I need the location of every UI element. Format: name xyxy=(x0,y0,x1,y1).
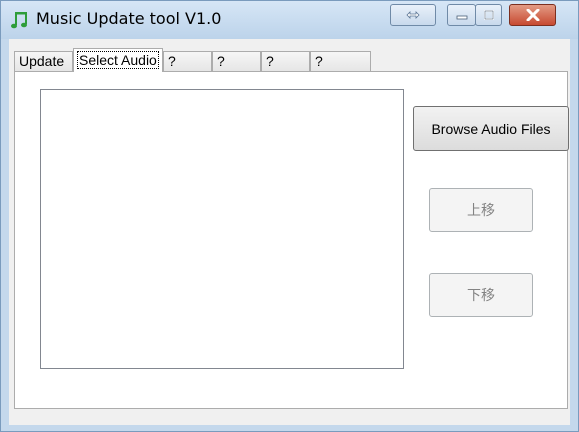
tab-label: ? xyxy=(168,53,176,69)
maximize-button[interactable] xyxy=(475,4,502,26)
tab-question-1[interactable]: ? xyxy=(163,51,212,71)
extra-title-button[interactable] xyxy=(390,4,436,26)
minimize-icon xyxy=(456,15,467,20)
browse-audio-files-button[interactable]: Browse Audio Files xyxy=(413,106,569,151)
tab-select-audio[interactable]: Select Audio xyxy=(73,48,163,72)
audio-file-list[interactable] xyxy=(40,89,404,369)
minimize-button[interactable] xyxy=(447,4,476,26)
tab-update[interactable]: Update xyxy=(14,51,73,71)
tab-label: ? xyxy=(217,53,225,69)
tab-question-2[interactable]: ? xyxy=(212,51,261,71)
move-up-button[interactable]: 上移 xyxy=(429,188,533,232)
music-note-icon xyxy=(11,12,27,29)
tab-question-4[interactable]: ? xyxy=(310,51,371,71)
tab-label: ? xyxy=(266,53,274,69)
tab-label: Update xyxy=(19,53,65,69)
tab-label: ? xyxy=(315,53,323,69)
close-button[interactable] xyxy=(509,4,556,26)
close-icon xyxy=(526,9,539,21)
move-down-button[interactable]: 下移 xyxy=(429,273,533,317)
window-title: Music Update tool V1.0 xyxy=(36,9,222,28)
tab-question-3[interactable]: ? xyxy=(261,51,310,71)
title-bar[interactable]: Music Update tool V1.0 xyxy=(1,1,578,39)
arrows-icon xyxy=(406,11,420,19)
tab-label: Select Audio xyxy=(77,51,159,69)
maximize-icon xyxy=(483,10,494,20)
